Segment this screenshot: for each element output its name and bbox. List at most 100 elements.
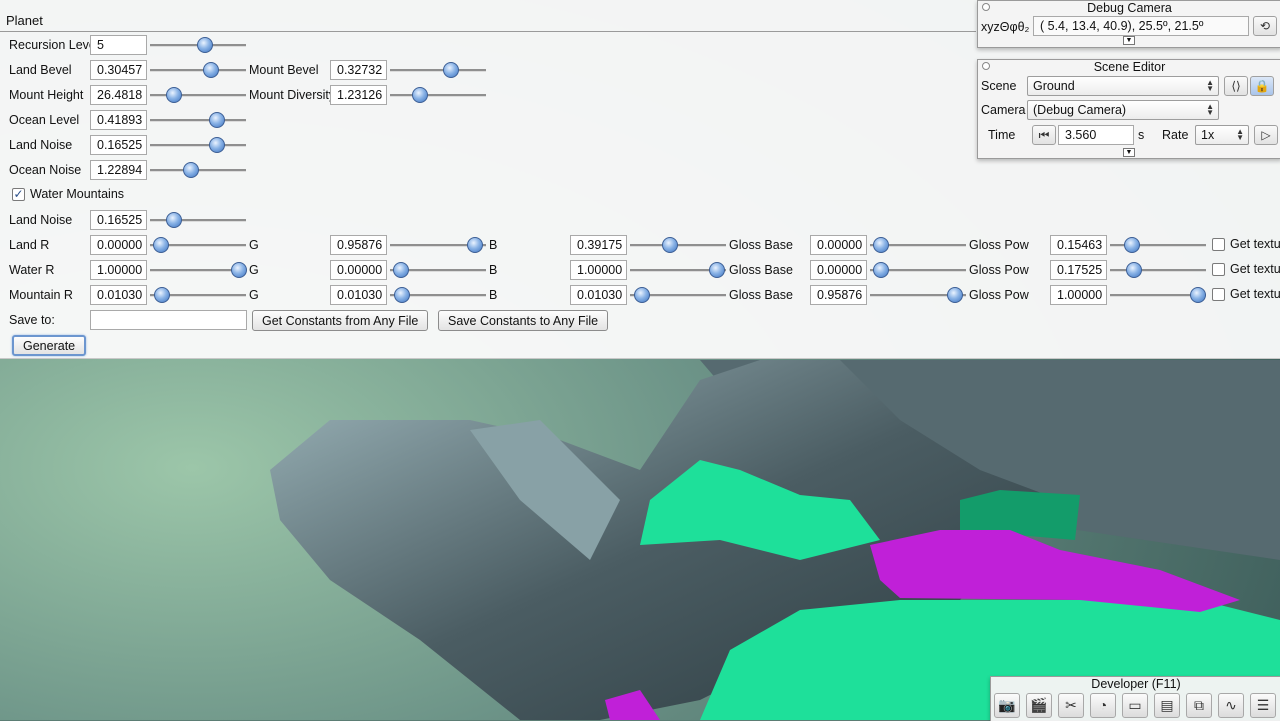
get-texture-checkbox[interactable]: [1212, 263, 1225, 276]
rewind-icon[interactable]: ⏮: [1032, 125, 1056, 145]
land-noise-field[interactable]: 0.16525: [90, 135, 147, 155]
slider-knob[interactable]: [166, 87, 183, 103]
b-field[interactable]: 0.01030: [570, 285, 627, 305]
gloss-pow-slider[interactable]: [1110, 237, 1206, 253]
mount-height-slider[interactable]: [150, 87, 246, 103]
windows-icon[interactable]: ⧉: [1186, 693, 1212, 718]
time-field[interactable]: 3.560: [1058, 125, 1134, 145]
ocean-noise-field[interactable]: 1.22894: [90, 160, 147, 180]
g-field[interactable]: 0.00000: [330, 260, 387, 280]
slider-knob[interactable]: [209, 112, 226, 128]
slider-knob[interactable]: [196, 37, 213, 53]
slider-knob[interactable]: [209, 137, 226, 153]
get-texture-checkbox[interactable]: [1212, 238, 1225, 251]
rate-select[interactable]: 1x ▲ ▼: [1195, 125, 1249, 145]
console-icon[interactable]: ▤: [1154, 693, 1180, 718]
reset-camera-icon[interactable]: ⟲: [1253, 16, 1277, 36]
camera-select[interactable]: (Debug Camera) ▲ ▼: [1027, 100, 1219, 120]
camera-icon[interactable]: 📷: [994, 693, 1020, 718]
save-to-field[interactable]: [90, 310, 247, 330]
slider-knob[interactable]: [231, 262, 248, 278]
performance-icon[interactable]: ∿: [1218, 693, 1244, 718]
new-window-icon[interactable]: ▭: [1122, 693, 1148, 718]
slider-knob[interactable]: [411, 87, 428, 103]
recursion-level-field[interactable]: 5: [90, 35, 147, 55]
reload-icon[interactable]: ⟨⟩: [1224, 76, 1248, 96]
gloss-base-slider[interactable]: [870, 287, 966, 303]
gloss-pow-slider[interactable]: [1110, 287, 1207, 303]
g-slider[interactable]: [390, 287, 486, 303]
g-slider[interactable]: [390, 262, 486, 278]
mount-bevel-slider[interactable]: [390, 62, 486, 78]
mount-diversity-slider[interactable]: [390, 87, 486, 103]
slider-knob[interactable]: [1190, 287, 1207, 303]
generate-button[interactable]: Generate: [12, 335, 87, 356]
mount-height-field[interactable]: 26.4818: [90, 85, 147, 105]
expand-toggle-icon[interactable]: ▼: [1123, 36, 1135, 45]
get-constants-button[interactable]: Get Constants from Any File: [252, 310, 429, 331]
r-field[interactable]: 0.01030: [90, 285, 147, 305]
gloss-base-field[interactable]: 0.00000: [810, 260, 867, 280]
g-slider[interactable]: [390, 237, 486, 253]
mount-bevel-field[interactable]: 0.32732: [330, 60, 387, 80]
land-bevel-slider[interactable]: [150, 62, 246, 78]
gloss-base-slider[interactable]: [870, 262, 966, 278]
clapperboard-icon[interactable]: 🎬: [1026, 693, 1052, 718]
gloss-base-slider[interactable]: [870, 237, 966, 253]
slider-knob[interactable]: [709, 262, 726, 278]
slider-knob[interactable]: [166, 212, 183, 228]
slider-knob[interactable]: [202, 62, 219, 78]
land-noise-2-slider[interactable]: [150, 212, 246, 228]
get-texture-checkbox[interactable]: [1212, 288, 1225, 301]
slider-knob[interactable]: [1126, 262, 1143, 278]
slider-knob[interactable]: [183, 162, 200, 178]
gloss-base-field[interactable]: 0.95876: [810, 285, 867, 305]
r-field[interactable]: 1.00000: [90, 260, 147, 280]
r-slider[interactable]: [150, 262, 248, 278]
b-field[interactable]: 1.00000: [570, 260, 627, 280]
ocean-level-slider[interactable]: [150, 112, 246, 128]
b-field[interactable]: 0.39175: [570, 235, 627, 255]
b-slider[interactable]: [630, 237, 726, 253]
gloss-pow-field[interactable]: 1.00000: [1050, 285, 1107, 305]
expand-toggle-icon[interactable]: ▼: [1123, 148, 1135, 157]
ocean-level-field[interactable]: 0.41893: [90, 110, 147, 130]
slider-knob[interactable]: [872, 237, 889, 253]
ocean-noise-slider[interactable]: [150, 162, 246, 178]
slider-knob[interactable]: [1124, 237, 1141, 253]
gloss-pow-slider[interactable]: [1110, 262, 1206, 278]
gloss-pow-field[interactable]: 0.15463: [1050, 235, 1107, 255]
slider-knob[interactable]: [872, 262, 889, 278]
document-icon[interactable]: ☰: [1250, 693, 1276, 718]
gloss-pow-field[interactable]: 0.17525: [1050, 260, 1107, 280]
gloss-base-field[interactable]: 0.00000: [810, 235, 867, 255]
scene-select[interactable]: Ground ▲ ▼: [1027, 76, 1219, 96]
g-field[interactable]: 0.01030: [330, 285, 387, 305]
slider-knob[interactable]: [633, 287, 650, 303]
water-mountains-checkbox[interactable]: ✓: [12, 188, 25, 201]
slider-knob[interactable]: [443, 62, 460, 78]
recursion-level-slider[interactable]: [150, 37, 246, 53]
tools-icon[interactable]: ✂: [1058, 693, 1084, 718]
save-constants-button[interactable]: Save Constants to Any File: [438, 310, 609, 331]
slider-knob[interactable]: [946, 287, 963, 303]
r-slider[interactable]: [150, 287, 246, 303]
slider-knob[interactable]: [662, 237, 679, 253]
mount-diversity-field[interactable]: 1.23126: [330, 85, 387, 105]
b-slider[interactable]: [630, 262, 726, 278]
slider-knob[interactable]: [152, 237, 169, 253]
g-field[interactable]: 0.95876: [330, 235, 387, 255]
land-noise-slider[interactable]: [150, 137, 246, 153]
slider-knob[interactable]: [392, 262, 409, 278]
camera-coordinates-field[interactable]: ( 5.4, 13.4, 40.9), 25.5º, 21.5º: [1033, 16, 1249, 36]
slider-knob[interactable]: [153, 287, 170, 303]
slider-knob[interactable]: [393, 287, 410, 303]
gauge-icon[interactable]: ◔: [1090, 693, 1116, 718]
r-slider[interactable]: [150, 237, 246, 253]
r-field[interactable]: 0.00000: [90, 235, 147, 255]
b-slider[interactable]: [630, 287, 726, 303]
land-noise-2-field[interactable]: 0.16525: [90, 210, 147, 230]
play-icon[interactable]: ▷: [1254, 125, 1278, 145]
slider-knob[interactable]: [466, 237, 483, 253]
lock-icon[interactable]: 🔒: [1250, 76, 1274, 96]
